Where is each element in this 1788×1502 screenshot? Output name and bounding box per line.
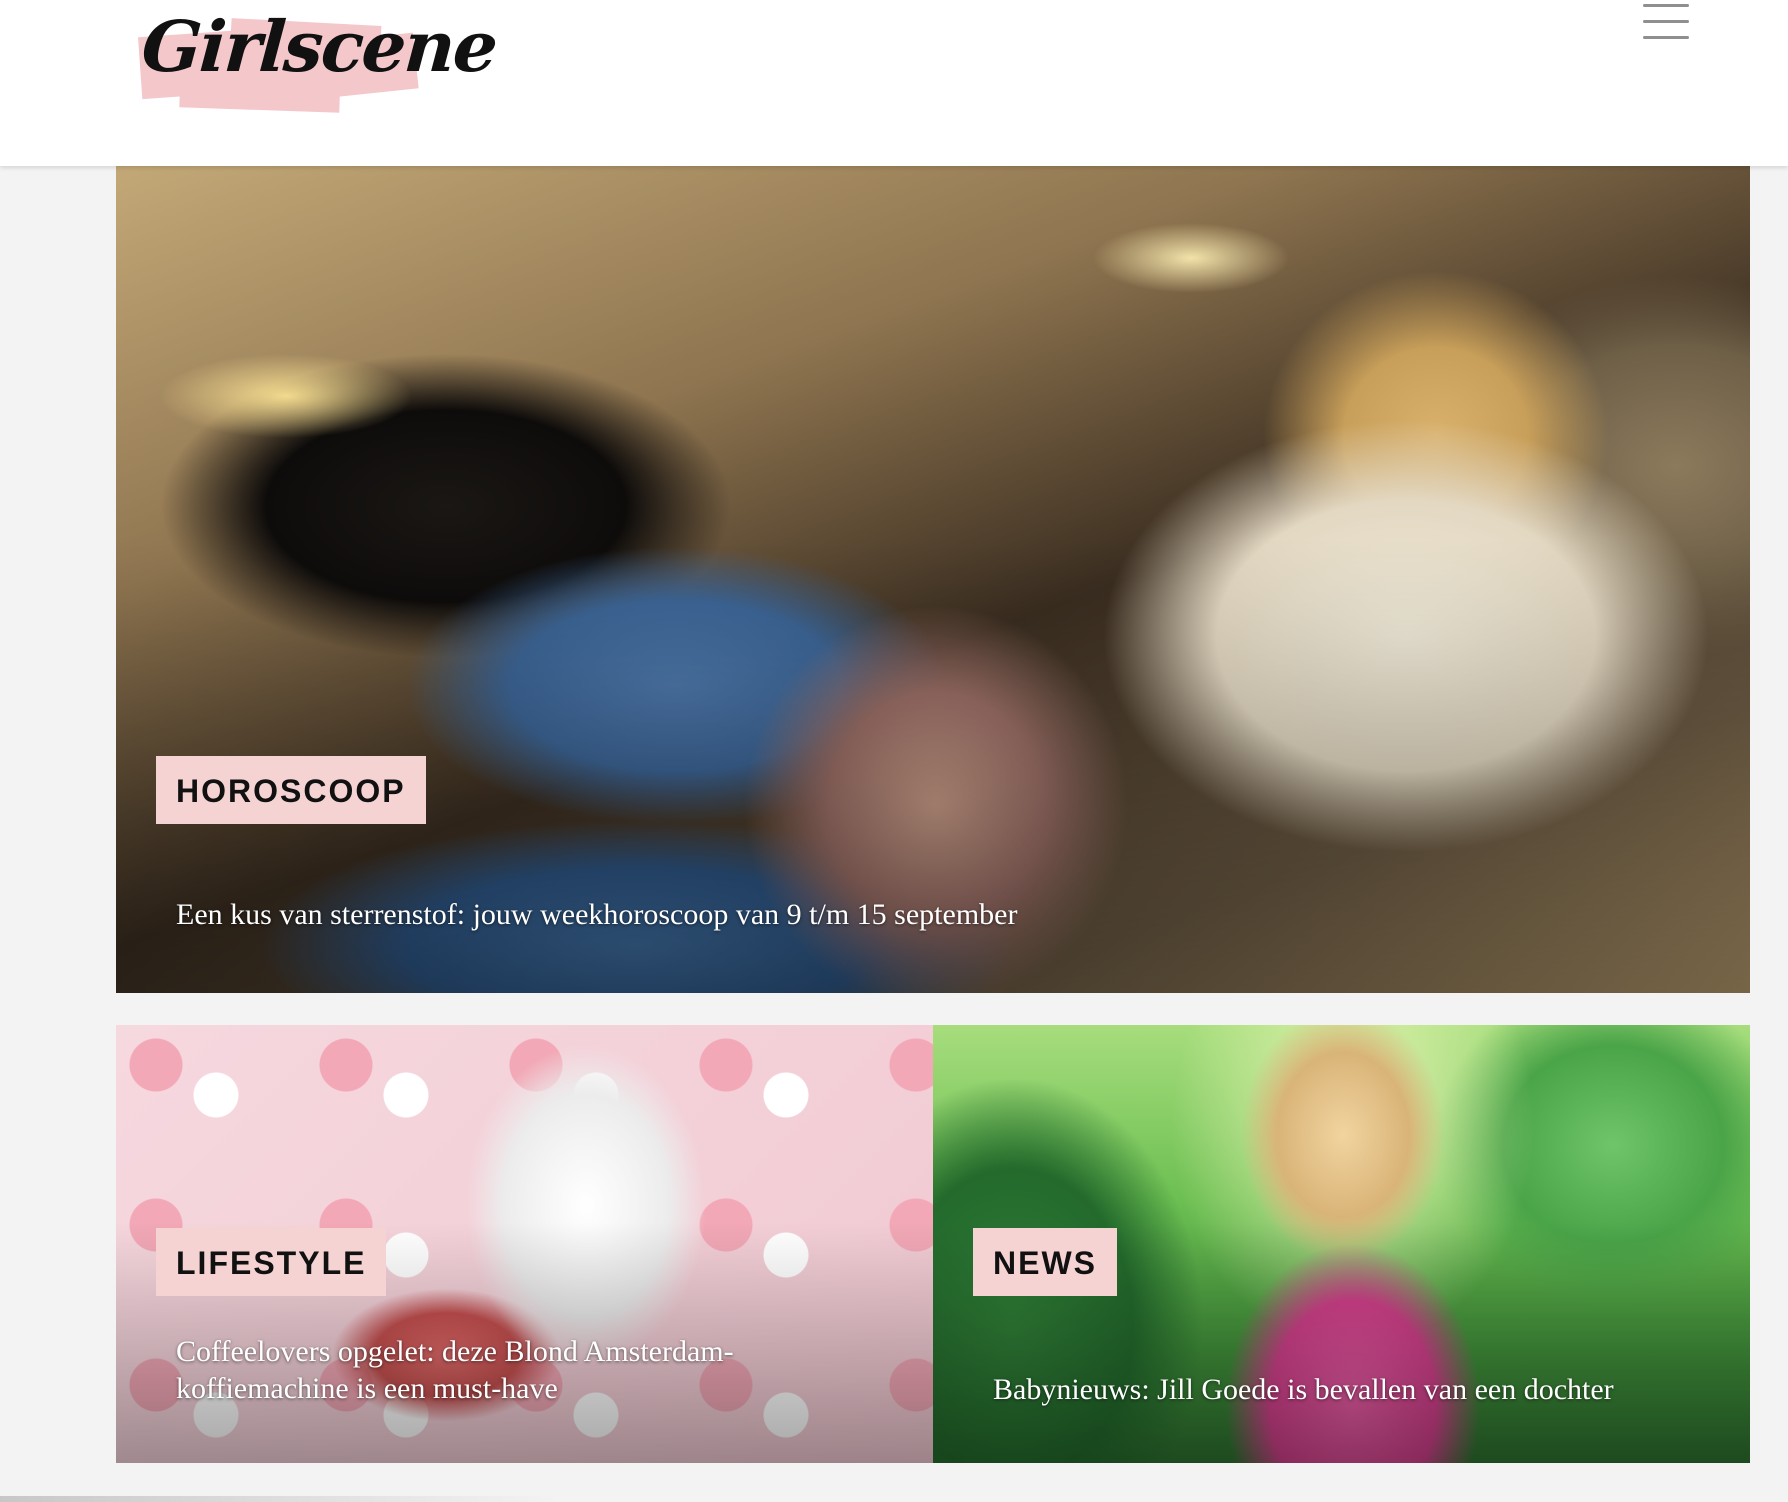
site-header: Girlscene (0, 0, 1788, 166)
category-badge[interactable]: LIFESTYLE (156, 1228, 387, 1296)
category-badge[interactable]: HOROSCOOP (156, 756, 426, 824)
featured-article-card[interactable]: HOROSCOOP Een kus van sterrenstof: jouw … (116, 166, 1750, 993)
hamburger-menu-icon[interactable] (1640, 0, 1692, 46)
article-card-news[interactable]: NEWS Babynieuws: Jill Goede is bevallen … (933, 1025, 1750, 1463)
article-card-lifestyle[interactable]: LIFESTYLE Coffeelovers opgelet: deze Blo… (116, 1025, 933, 1463)
site-logo[interactable]: Girlscene (130, 5, 499, 120)
logo-text: Girlscene (139, 5, 499, 88)
page: Girlscene HOROSCOOP Een kus van sterrens… (0, 0, 1788, 1502)
article-title[interactable]: Een kus van sterrenstof: jouw weekhorosc… (176, 896, 1476, 933)
article-title[interactable]: Babynieuws: Jill Goede is bevallen van e… (993, 1371, 1733, 1408)
menu-bar (1643, 36, 1689, 39)
bottom-bar-shadow (0, 1496, 560, 1502)
category-badge[interactable]: NEWS (973, 1228, 1117, 1296)
menu-bar (1643, 20, 1689, 23)
article-title[interactable]: Coffeelovers opgelet: deze Blond Amsterd… (176, 1333, 816, 1407)
menu-bar (1643, 4, 1689, 7)
